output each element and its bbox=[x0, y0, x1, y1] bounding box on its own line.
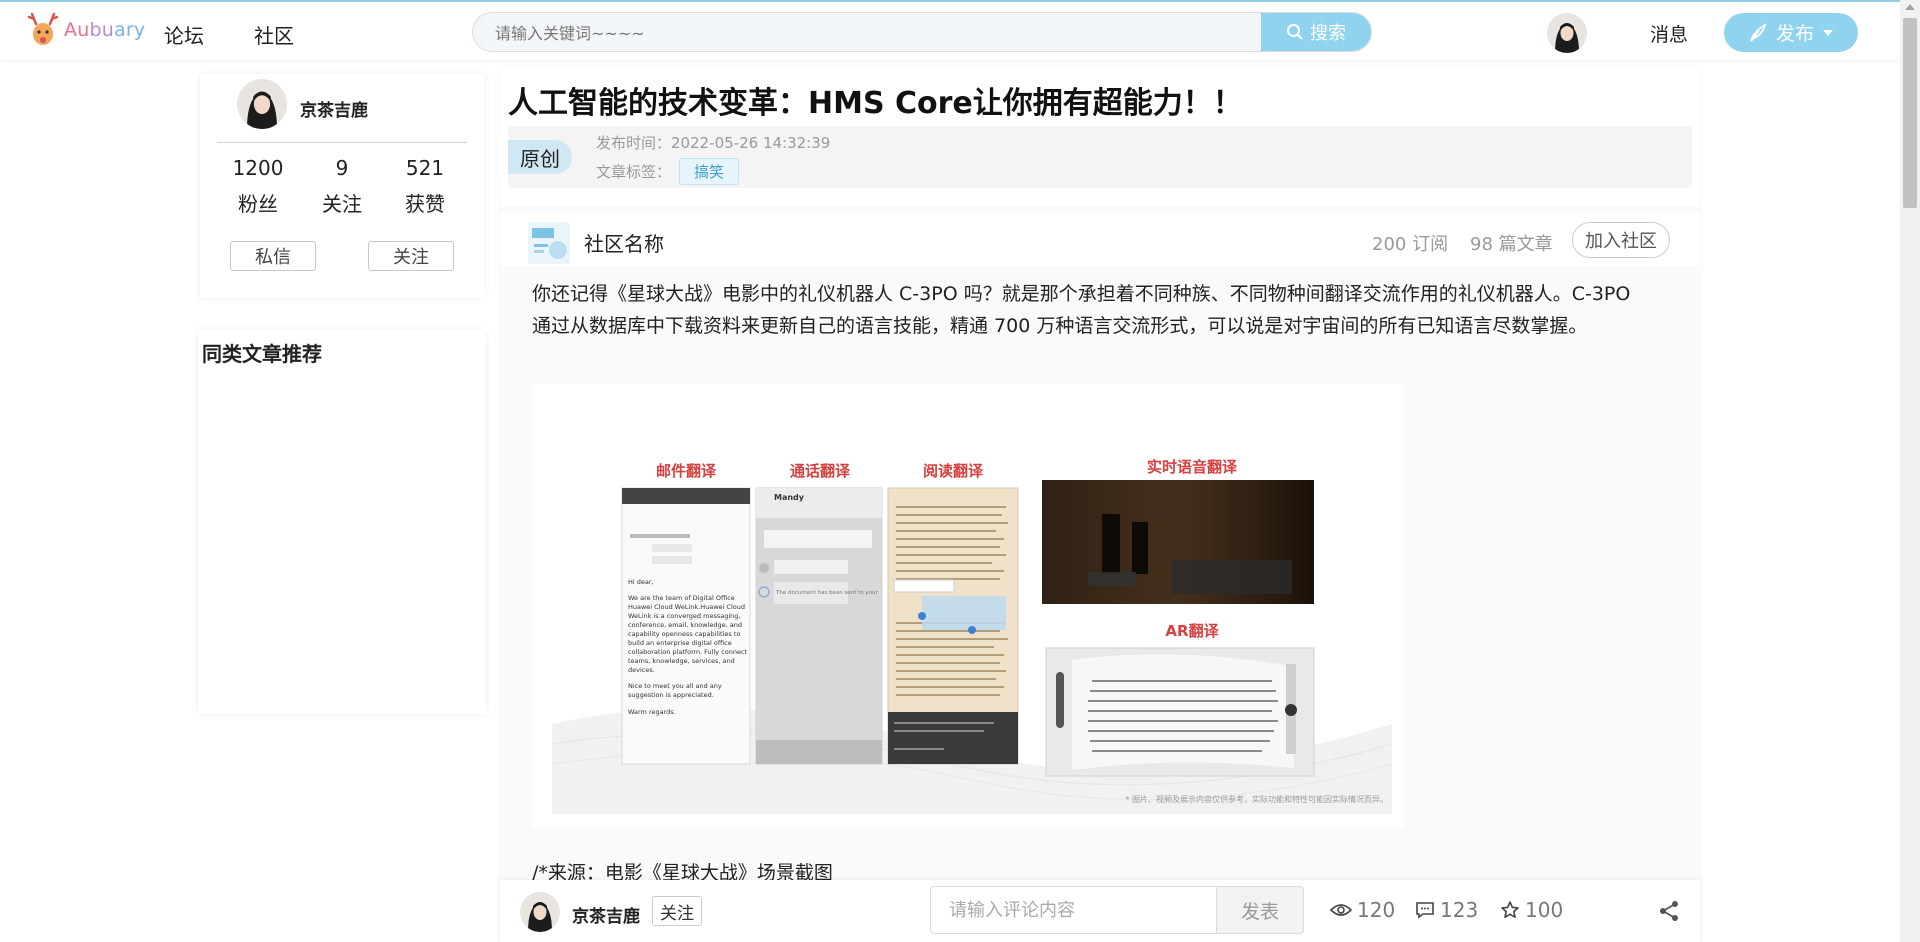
community-subscriptions: 200 订阅 bbox=[1372, 234, 1449, 255]
author-card: 京茶吉鹿 1200 粉丝 9 关注 521 获赞 私信 关注 bbox=[200, 74, 485, 298]
email-line: Nice to meet you all and any bbox=[628, 682, 722, 690]
figure-label-email: 邮件翻译 bbox=[656, 462, 717, 480]
search-input[interactable] bbox=[493, 13, 1217, 51]
feather-icon bbox=[1750, 22, 1767, 42]
community-logo-image bbox=[528, 222, 570, 264]
publish-time-row: 发布时间：2022-05-26 14:32:39 bbox=[596, 132, 830, 153]
search-button[interactable]: 搜索 bbox=[1261, 13, 1371, 51]
article-paragraph: 你还记得《星球大战》电影中的礼仪机器人 C-3PO 吗？就是那个承担着不同种族、… bbox=[532, 283, 1631, 337]
views-stat: 120 bbox=[1330, 898, 1395, 922]
email-line: build an enterprise digital office bbox=[628, 639, 732, 647]
nav-community[interactable]: 社区 bbox=[254, 20, 294, 49]
call-contact-name: Mandy bbox=[774, 493, 805, 502]
article-card: 人工智能的技术变革：HMS Core让你拥有超能力！！ 原创 发布时间：2022… bbox=[500, 66, 1700, 942]
community-article-count: 98 篇文章 bbox=[1470, 234, 1553, 255]
tags-label: 文章标签： bbox=[596, 163, 672, 181]
following-label: 关注 bbox=[322, 192, 362, 216]
nav-forum[interactable]: 论坛 bbox=[164, 20, 204, 49]
bottom-author-name[interactable]: 京茶吉鹿 bbox=[572, 902, 640, 927]
followers-label: 粉丝 bbox=[238, 192, 278, 216]
comments-stat[interactable]: 123 bbox=[1415, 898, 1478, 922]
follow-author-button[interactable]: 关注 bbox=[368, 241, 454, 271]
email-line: Hi dear, bbox=[628, 578, 654, 586]
publish-time: 2022-05-26 14:32:39 bbox=[671, 134, 831, 152]
author-avatar-image bbox=[237, 79, 287, 129]
top-bar: Aubuary 论坛 社区 搜索 消息 发布 bbox=[0, 0, 1900, 60]
eye-icon bbox=[1330, 904, 1352, 916]
deer-logo-icon bbox=[27, 12, 59, 45]
site-logo[interactable]: Aubuary bbox=[26, 10, 145, 50]
following-count: 9 bbox=[335, 156, 349, 180]
star-icon bbox=[1501, 901, 1519, 918]
email-line: Warm regards. bbox=[628, 708, 676, 716]
translation-features-image: 邮件翻译 通话翻译 阅读翻译 实时语音翻译 AR翻译 Hi dear, We a… bbox=[532, 384, 1404, 828]
email-line: teams, knowledge, services, and bbox=[628, 657, 735, 665]
figure-label-call: 通话翻译 bbox=[790, 462, 851, 480]
bottom-author-avatar[interactable] bbox=[520, 892, 560, 932]
email-line: conference, email, knowledge, and bbox=[628, 621, 742, 629]
call-bubble-text: The document has been sent to your bbox=[775, 590, 878, 596]
community-row: 社区名称 200 订阅 98 篇文章 加入社区 bbox=[500, 212, 1700, 266]
article-header: 人工智能的技术变革：HMS Core让你拥有超能力！！ 原创 发布时间：2022… bbox=[500, 66, 1700, 206]
publish-time-label: 发布时间： bbox=[596, 134, 672, 152]
caret-down-icon bbox=[1823, 29, 1833, 36]
search-button-label: 搜索 bbox=[1310, 23, 1346, 44]
likes-label: 获赞 bbox=[405, 192, 445, 216]
stars-count: 100 bbox=[1525, 898, 1564, 922]
user-avatar[interactable] bbox=[1547, 13, 1587, 53]
views-count: 120 bbox=[1357, 898, 1396, 922]
email-line: suggestion is appreciated. bbox=[628, 691, 714, 699]
figure-footnote: * 图片、视频及展示内容仅供参考，实际功能和特性可能因实际情况而异。 bbox=[1125, 794, 1388, 804]
search-icon bbox=[1287, 24, 1303, 40]
author-avatar[interactable] bbox=[237, 79, 287, 129]
search-bar: 搜索 bbox=[472, 12, 1372, 52]
publish-button[interactable]: 发布 bbox=[1724, 13, 1858, 52]
avatar-image bbox=[1547, 13, 1587, 53]
article-figure: 邮件翻译 通话翻译 阅读翻译 实时语音翻译 AR翻译 Hi dear, We a… bbox=[532, 384, 1404, 828]
scroll-up-arrow-icon[interactable] bbox=[1905, 4, 1915, 10]
likes-count: 521 bbox=[405, 156, 445, 180]
article-title: 人工智能的技术变革：HMS Core让你拥有超能力！！ bbox=[508, 86, 1243, 121]
scrollbar-thumb[interactable] bbox=[1903, 18, 1917, 208]
bottom-avatar-image bbox=[520, 892, 560, 932]
email-line: We are the team of Digital Office bbox=[628, 594, 735, 602]
community-logo[interactable] bbox=[528, 222, 570, 264]
comment-input[interactable] bbox=[930, 886, 1218, 934]
email-line: WeLink is a converged messaging, bbox=[628, 612, 740, 620]
figure-label-ar: AR翻译 bbox=[1165, 622, 1219, 640]
tags-row: 文章标签： 搞笑 bbox=[596, 158, 740, 185]
article-tag[interactable]: 搞笑 bbox=[679, 158, 740, 185]
comment-submit-button[interactable]: 发表 bbox=[1216, 886, 1304, 934]
email-line: Huawei Cloud WeLink.Huawei Cloud bbox=[628, 603, 745, 611]
author-divider bbox=[217, 142, 467, 143]
email-line: collaboration platform. Fully connect bbox=[628, 648, 748, 656]
comment-icon bbox=[1416, 902, 1434, 919]
join-community-button[interactable]: 加入社区 bbox=[1572, 222, 1670, 258]
recommend-card: 同类文章推荐 bbox=[198, 330, 486, 714]
figure-label-voice: 实时语音翻译 bbox=[1147, 458, 1238, 476]
email-line: capability openness capabilities to bbox=[628, 630, 740, 638]
article-meta: 原创 发布时间：2022-05-26 14:32:39 文章标签： 搞笑 bbox=[508, 126, 1692, 188]
comments-count: 123 bbox=[1440, 898, 1479, 922]
bottom-follow-button[interactable]: 关注 bbox=[652, 896, 702, 926]
recommend-title: 同类文章推荐 bbox=[202, 342, 322, 366]
messages-link[interactable]: 消息 bbox=[1650, 20, 1688, 47]
author-name[interactable]: 京茶吉鹿 bbox=[300, 96, 368, 121]
share-icon[interactable] bbox=[1658, 900, 1680, 922]
logo-text: Aubuary bbox=[64, 19, 146, 41]
followers-count: 1200 bbox=[232, 156, 284, 180]
email-line: devices. bbox=[628, 666, 655, 674]
bottom-action-bar: 京茶吉鹿 关注 发表 120 123 100 bbox=[500, 880, 1700, 942]
private-message-button[interactable]: 私信 bbox=[230, 241, 316, 271]
stars-stat[interactable]: 100 bbox=[1500, 898, 1563, 922]
original-badge: 原创 bbox=[508, 140, 572, 174]
publish-label: 发布 bbox=[1775, 23, 1814, 45]
community-name[interactable]: 社区名称 bbox=[584, 228, 664, 257]
figure-label-reading: 阅读翻译 bbox=[923, 462, 984, 480]
